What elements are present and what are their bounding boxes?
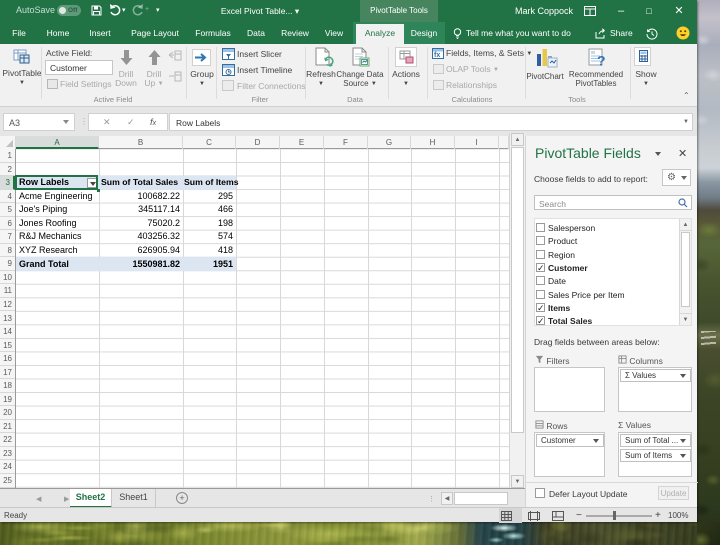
svg-text:?: ? bbox=[597, 53, 606, 69]
svg-text:fx: fx bbox=[434, 52, 440, 59]
